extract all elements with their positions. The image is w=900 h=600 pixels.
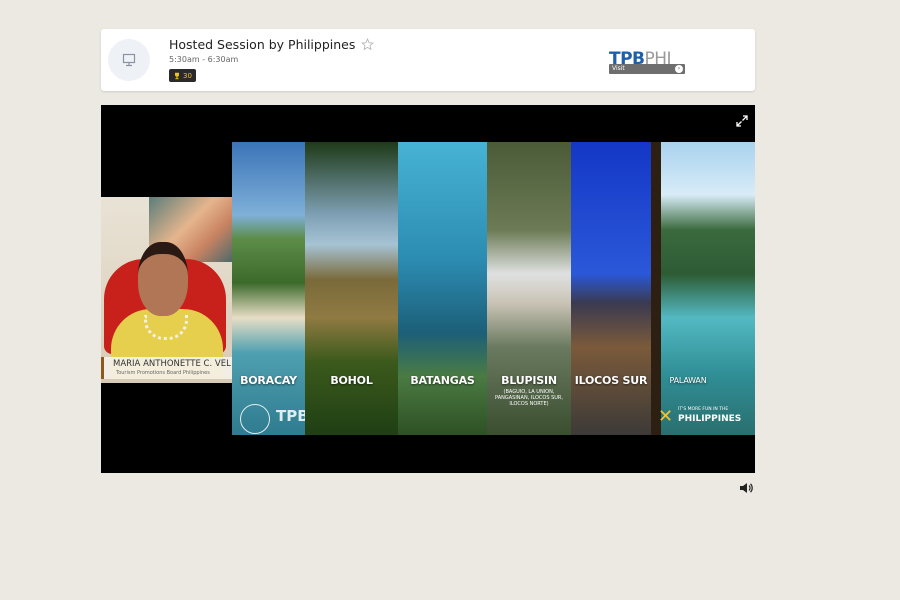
seal-icon [240, 404, 270, 434]
speaker-name: MARIA ANTHONETTE C. VEL [113, 359, 231, 369]
logo-visit-label: Visit [612, 65, 625, 72]
session-title-text: Hosted Session by Philippines [169, 37, 356, 52]
points-badge: 30 [169, 69, 196, 82]
fullscreen-icon[interactable] [736, 112, 748, 131]
destination-label: BLUPISIN [501, 374, 557, 387]
destination-label: BORACAY [240, 374, 297, 387]
corner-tpb-logo: TPB [276, 407, 305, 425]
destination-palawan: PALAWAN ✕ IT'S MORE FUN IN THE PHILIPPIN… [651, 142, 755, 435]
tagline-small: IT'S MORE FUN IN THE [678, 407, 729, 412]
speaker-video: MARIA ANTHONETTE C. VEL Tourism Promotio… [101, 197, 232, 383]
fun-mark-icon: ✕ [658, 406, 674, 427]
cliff-shadow [651, 142, 661, 435]
points-count: 30 [183, 71, 192, 80]
destination-label: PALAWAN [669, 376, 707, 385]
logo-visit-bar[interactable]: Visit › [609, 64, 685, 74]
session-title: Hosted Session by Philippines [169, 37, 375, 52]
session-time: 5:30am - 6:30am [169, 55, 239, 64]
session-card: Hosted Session by Philippines 5:30am - 6… [101, 29, 755, 91]
destination-ilocos-sur: ILOCOS SUR [571, 142, 651, 435]
star-icon[interactable] [361, 38, 375, 51]
destination-label: BOHOL [330, 374, 373, 387]
speaker-lower-third: MARIA ANTHONETTE C. VEL Tourism Promotio… [101, 357, 232, 379]
session-icon [108, 39, 150, 81]
volume-icon[interactable] [739, 479, 753, 498]
speaker-org: Tourism Promotions Board Philippines [116, 370, 210, 376]
tpb-logo[interactable]: TPBPHI Visit › [609, 49, 687, 75]
destination-label: BATANGAS [410, 374, 475, 387]
destination-batangas: BATANGAS [398, 142, 487, 435]
trophy-icon [175, 72, 179, 79]
tagline-big: PHILIPPINES [678, 414, 742, 424]
destination-label: ILOCOS SUR [574, 374, 648, 387]
more-fun-logo: ✕ IT'S MORE FUN IN THE PHILIPPINES [658, 406, 755, 430]
destination-blupisin: BLUPISIN (BAGUIO, LA UNION, PANGASINAN, … [487, 142, 571, 435]
destination-bohol: BOHOL [305, 142, 398, 435]
destination-sublabel: (BAGUIO, LA UNION, PANGASINAN, ILOCOS SU… [495, 389, 563, 407]
speaker-head [138, 242, 188, 316]
destination-boracay: BORACAY TPB [232, 142, 305, 435]
arrow-right-icon: › [675, 65, 683, 73]
video-player[interactable]: MARIA ANTHONETTE C. VEL Tourism Promotio… [101, 105, 755, 473]
